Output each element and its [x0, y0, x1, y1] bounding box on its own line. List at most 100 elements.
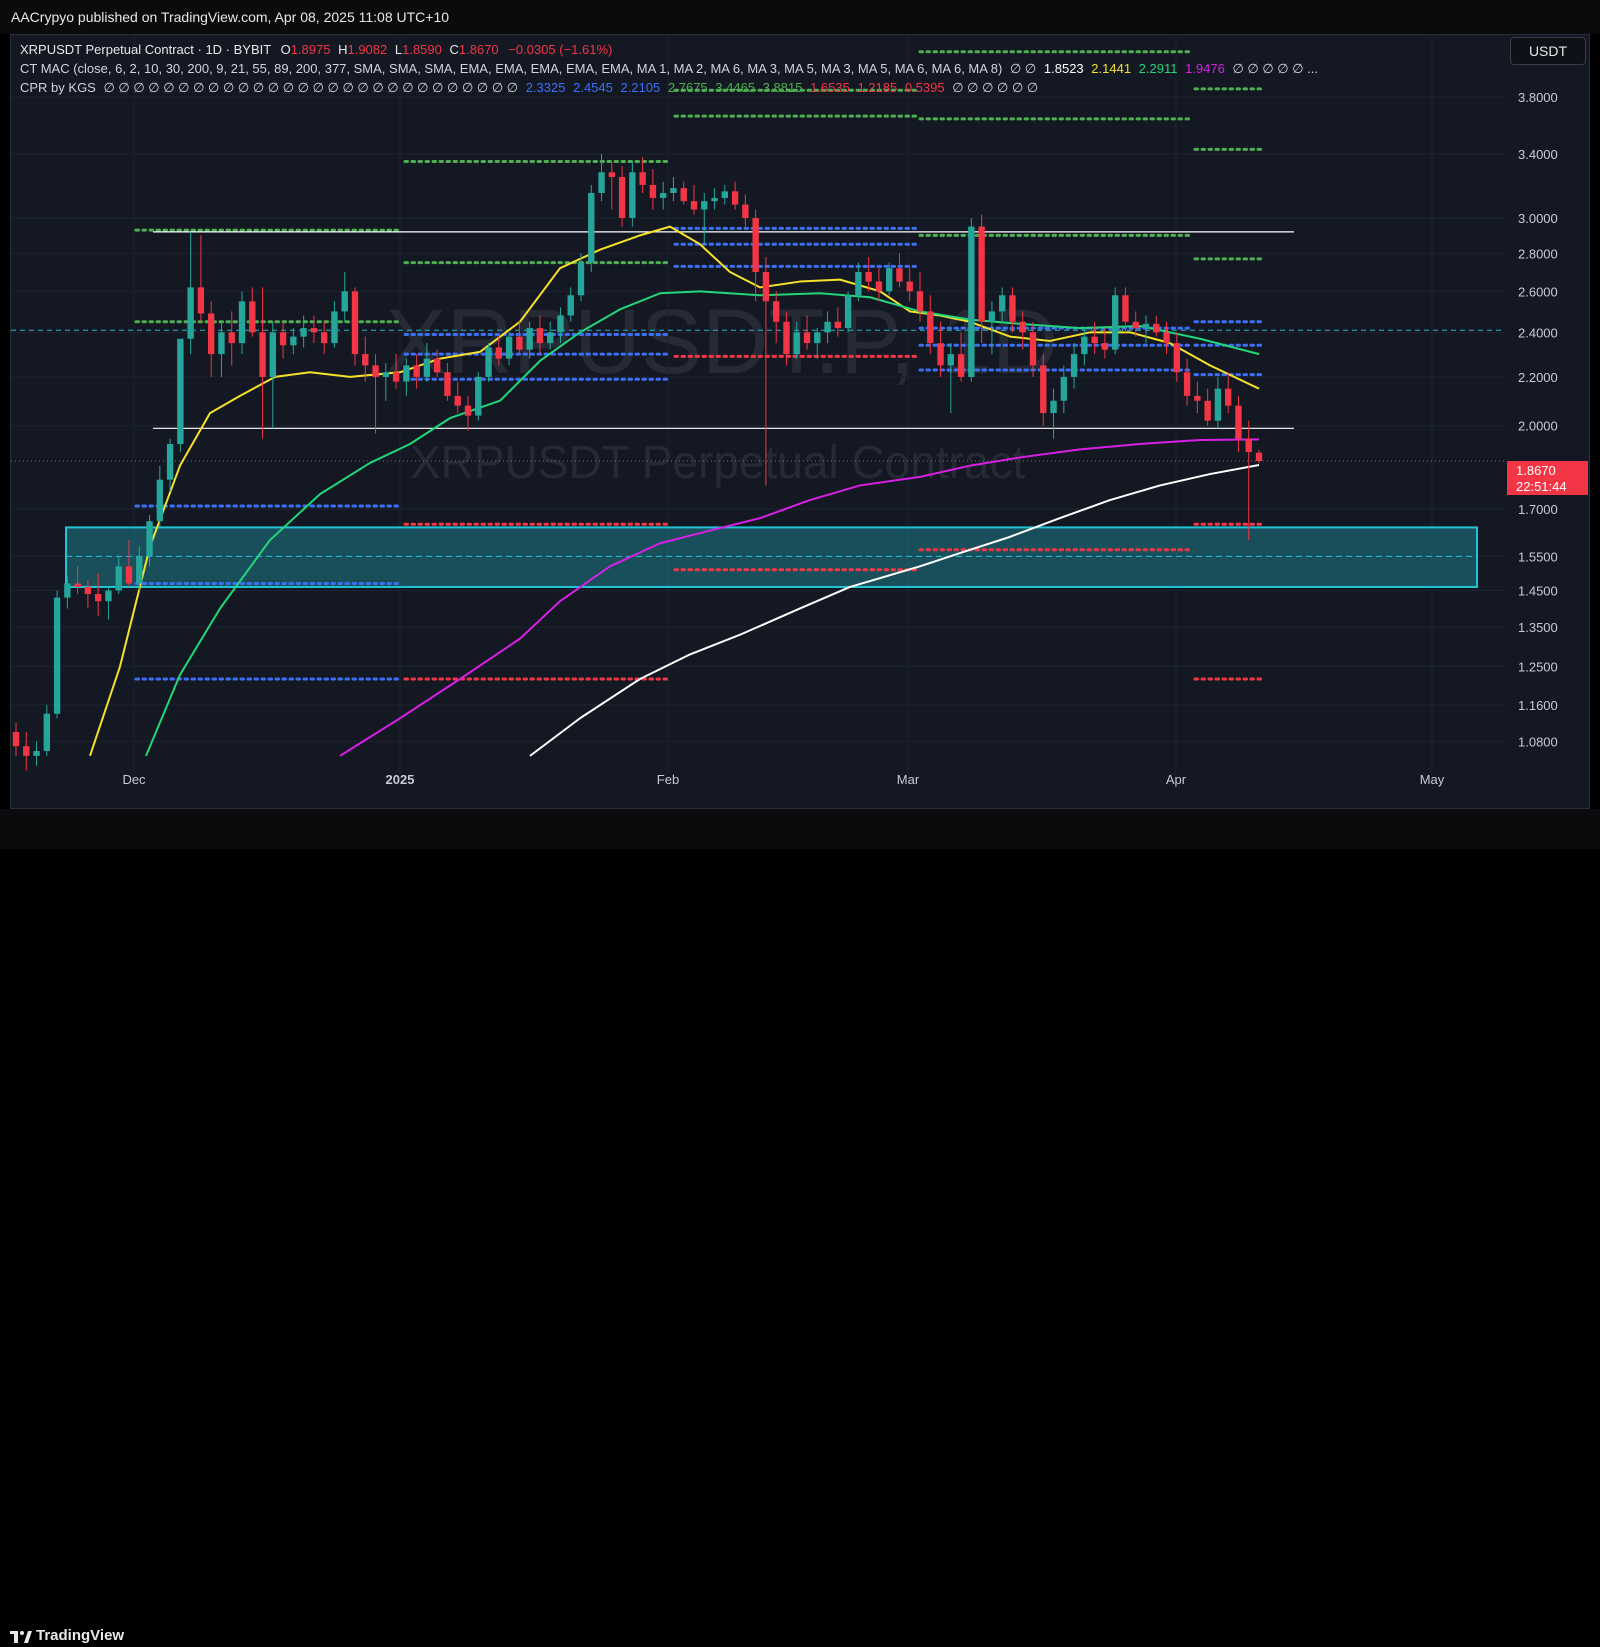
candle-body	[33, 751, 40, 756]
close-value: 1.8670	[458, 42, 499, 57]
candle-body	[731, 191, 739, 205]
candle-body	[105, 590, 112, 602]
candle-body	[362, 354, 369, 366]
ctmac-empty-a: ∅ ∅	[1010, 61, 1037, 76]
candle-body	[1224, 388, 1232, 406]
candle-body	[1245, 438, 1252, 453]
candle-body	[228, 332, 235, 344]
ctmac-label[interactable]: CT MAC (close, 6, 2, 10, 30, 200, 9, 21,…	[20, 61, 1002, 76]
candle-body	[1142, 323, 1150, 329]
legend-symbol-row[interactable]: XRPUSDT Perpetual Contract · 1D · BYBIT …	[20, 42, 612, 57]
symbol-name[interactable]: XRPUSDT Perpetual Contract · 1D · BYBIT	[20, 42, 271, 57]
candle-body	[567, 295, 574, 316]
candle-body	[762, 271, 770, 302]
tradingview-logo[interactable]: TradingView	[10, 1627, 124, 1644]
time-tick-label: 2025	[386, 772, 415, 787]
candle-body	[701, 201, 708, 210]
time-tick-label: Mar	[897, 772, 920, 787]
price-tick-label: 1.3500	[1518, 620, 1558, 635]
price-tick-label: 2.2000	[1518, 370, 1558, 385]
candle-body	[978, 226, 985, 322]
candle-body	[1019, 321, 1026, 333]
candle-body	[1050, 400, 1057, 414]
candle-body	[618, 176, 626, 218]
candle-body	[1194, 395, 1201, 401]
cpr-label[interactable]: CPR by KGS	[20, 80, 96, 95]
price-axis: 3.8000 3.4000 3.0000 2.8000 2.6000 2.4000 2.20…	[1518, 90, 1558, 750]
candle-body	[238, 301, 246, 344]
time-tick-label: May	[1420, 772, 1445, 787]
candle-body	[927, 311, 934, 344]
price-tick-label: 2.6000	[1518, 284, 1558, 299]
footer-bar: TradingView	[0, 809, 1600, 1644]
candle-body	[290, 336, 297, 346]
change-value: −0.0305 (−1.61%)	[508, 42, 613, 57]
candle-body	[423, 358, 431, 377]
candle-body	[968, 226, 975, 377]
candle-body	[855, 271, 862, 296]
candle-body	[249, 301, 256, 333]
ctmac-value-green: 2.2911	[1138, 61, 1178, 76]
candle-body	[74, 583, 81, 587]
legend-ctmac-row[interactable]: CT MAC (close, 6, 2, 10, 30, 200, 9, 21,…	[20, 61, 1318, 77]
candle-body	[454, 395, 461, 406]
price-tick-label: 1.0800	[1518, 734, 1558, 749]
candle-body	[331, 311, 338, 344]
ma-yellow-line	[89, 225, 1260, 757]
candle-body	[259, 332, 266, 377]
candle-body	[721, 191, 729, 198]
candle-body	[1040, 365, 1047, 414]
candle-body	[814, 332, 821, 344]
candle-body	[1173, 343, 1181, 373]
low-value: 1.8590	[402, 42, 442, 57]
cpr-red-3: 0.5395	[904, 80, 945, 95]
candle-body	[937, 343, 944, 366]
candle-body	[772, 301, 780, 322]
legend-cpr-row[interactable]: CPR by KGS ∅ ∅ ∅ ∅ ∅ ∅ ∅ ∅ ∅ ∅ ∅ ∅ ∅ ∅ ∅…	[20, 80, 1038, 96]
cpr-green-3: 3.8815	[762, 80, 803, 95]
candle-body	[218, 332, 225, 355]
candle-body	[505, 336, 513, 359]
candle-body	[341, 291, 348, 312]
candle-body	[64, 583, 71, 598]
candle-body	[906, 281, 913, 292]
candle-body	[392, 372, 400, 382]
candle-body	[598, 172, 605, 194]
candle-body	[136, 556, 143, 584]
price-chart[interactable]: 3.8000 3.4000 3.0000 2.8000 2.6000 2.4000 2.20…	[0, 0, 1600, 849]
candle-body	[629, 172, 636, 218]
candle-body	[1029, 332, 1037, 366]
close-label: C	[449, 42, 459, 57]
candle-body	[94, 594, 102, 602]
candle-body	[177, 338, 184, 444]
candle-body	[536, 328, 544, 344]
last-price-value: 1.8670	[1516, 463, 1556, 478]
candle-body	[485, 347, 492, 377]
price-tick-label: 1.2500	[1518, 660, 1558, 675]
currency-button[interactable]: USDT	[1510, 37, 1586, 65]
candle-body	[577, 262, 585, 296]
candle-body	[382, 372, 390, 377]
candle-body	[125, 566, 133, 584]
candle-body	[84, 586, 92, 595]
last-price-tag: 1.8670 22:51:44	[1507, 461, 1588, 495]
candle-body	[300, 328, 307, 337]
cpr-empty-b: ∅ ∅ ∅ ∅ ∅ ∅	[952, 80, 1039, 95]
candle-body	[413, 365, 420, 377]
time-tick-label: Apr	[1166, 772, 1187, 787]
candle-body	[793, 332, 800, 355]
candle-body	[115, 566, 122, 591]
candle-body	[608, 172, 616, 177]
candle-body	[269, 332, 277, 377]
candle-body	[1132, 321, 1139, 329]
candle-body	[885, 268, 893, 292]
candle-body	[546, 332, 554, 344]
support-zone-rect	[65, 526, 1478, 588]
time-tick-label: Dec	[122, 772, 146, 787]
moving-averages	[89, 225, 1260, 757]
bar-countdown: 22:51:44	[1516, 479, 1567, 494]
candle-body	[23, 746, 30, 756]
candle-body	[197, 287, 205, 314]
cpr-red-2: 1.2185	[857, 80, 898, 95]
candle-body	[742, 204, 749, 218]
